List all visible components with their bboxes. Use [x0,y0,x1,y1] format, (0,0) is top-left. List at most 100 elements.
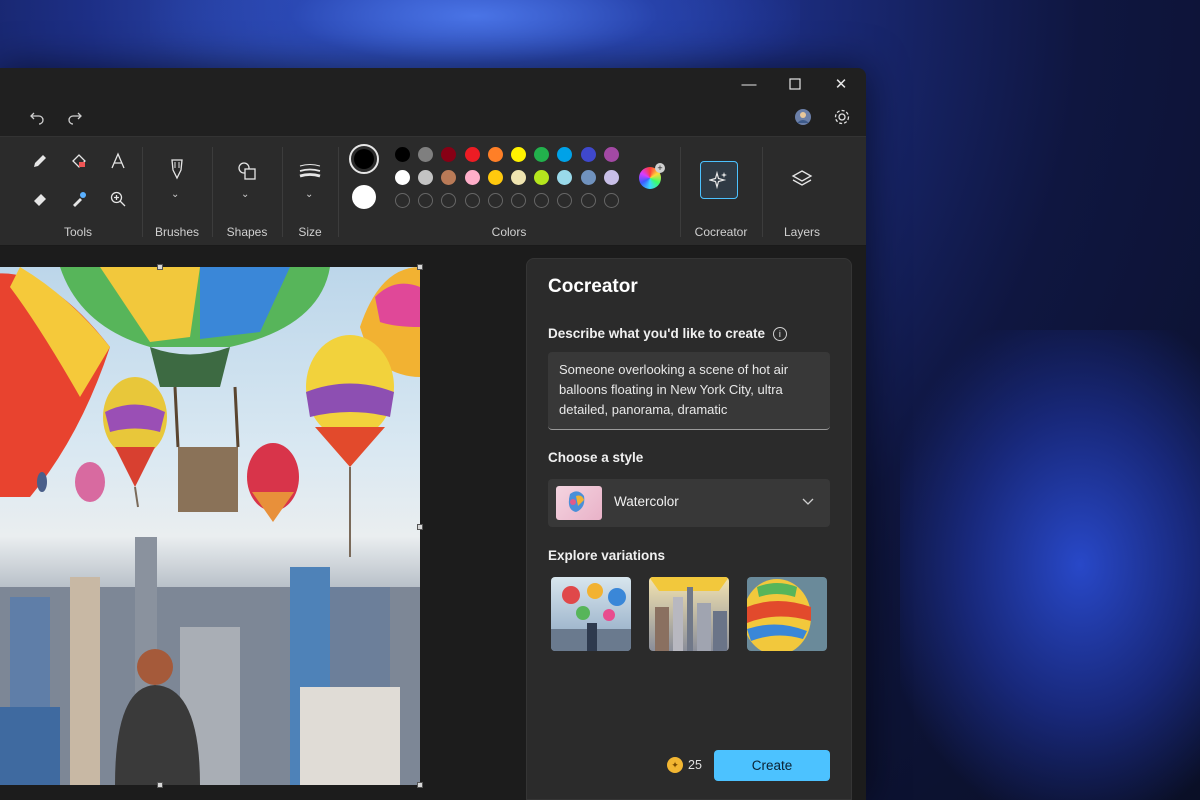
eraser-icon [34,194,46,206]
color-swatch[interactable] [534,170,550,185]
color-swatch[interactable] [441,170,457,185]
avatar-icon [795,109,811,125]
size-group[interactable]: ⌄ Size [284,137,336,247]
minimize-button[interactable]: — [726,70,772,98]
resize-handle[interactable] [157,782,163,788]
color-swatch[interactable] [580,147,596,162]
style-dropdown[interactable]: Watercolor [548,479,830,527]
color-picker-tool[interactable] [65,185,93,213]
text-tool[interactable] [104,147,132,175]
custom-color-slot[interactable] [441,193,457,208]
resize-handle[interactable] [417,524,423,530]
command-bar [0,98,866,136]
custom-color-slot[interactable] [557,193,573,208]
eyedropper-icon [73,192,86,207]
prompt-input[interactable]: Someone overlooking a scene of hot air b… [548,352,830,430]
redo-button[interactable] [60,102,90,132]
variation-thumbnail-2[interactable] [649,577,729,651]
primary-color-selector[interactable] [349,144,379,174]
shapes-tool[interactable] [233,157,261,185]
custom-color-slot[interactable] [603,193,619,208]
shapes-group[interactable]: ⌄ Shapes [216,137,278,247]
style-value: Watercolor [614,494,679,509]
minimize-icon: — [741,75,757,93]
text-icon [111,152,125,169]
credits-count: 25 [688,758,702,772]
layers-button[interactable] [788,165,816,193]
color-swatch[interactable] [487,170,503,185]
color-swatch[interactable] [557,147,573,162]
cocreator-button[interactable] [700,161,738,199]
brushes-group[interactable]: ⌄ Brushes [146,137,208,247]
custom-color-slot[interactable] [418,193,434,208]
brush-tool[interactable] [163,155,191,183]
color-swatch[interactable] [395,170,410,185]
title-bar: — ✕ [0,68,866,98]
size-tool[interactable] [296,157,324,185]
color-swatch[interactable] [464,170,480,185]
custom-color-slot[interactable] [534,193,550,208]
account-button[interactable] [788,102,818,132]
coin-icon: ✦ [667,757,683,773]
custom-color-slot[interactable] [511,193,526,208]
zoom-icon [110,191,126,207]
plus-icon: + [655,163,665,173]
layers-icon [791,170,813,186]
primary-color-swatch [354,149,374,169]
describe-label: Describe what you'd like to create i [548,326,787,341]
tools-label: Tools [63,225,92,239]
close-icon: ✕ [834,76,848,93]
custom-color-slot[interactable] [580,193,596,208]
shapes-label: Shapes [226,225,268,239]
resize-handle[interactable] [157,264,163,270]
paint-window: — ✕ Tools ⌄ Brushes ⌄ Shapes ⌄ Size + Co… [0,68,866,800]
maximize-button[interactable] [772,70,818,98]
color-swatch[interactable] [603,147,619,162]
resize-handle[interactable] [417,782,423,788]
color-swatch[interactable] [418,170,434,185]
color-swatch[interactable] [464,147,480,162]
style-label: Choose a style [548,450,644,465]
fill-tool[interactable] [65,147,93,175]
color-swatch[interactable] [395,147,410,162]
cocreator-group[interactable]: Cocreator [684,137,758,247]
cocreator-panel: Cocreator Describe what you'd like to cr… [526,258,852,800]
pencil-tool[interactable] [26,147,54,175]
color-swatch[interactable] [534,147,550,162]
ribbon-divider [762,147,763,237]
color-swatch[interactable] [603,170,619,185]
chevron-down-icon: ⌄ [305,189,314,200]
custom-color-slot[interactable] [464,193,480,208]
undo-button[interactable] [22,102,52,132]
ribbon-divider [282,147,283,237]
settings-button[interactable] [827,102,857,132]
ribbon-divider [212,147,213,237]
secondary-color-swatch[interactable] [352,185,376,209]
custom-color-slot[interactable] [395,193,410,208]
close-button[interactable]: ✕ [818,70,864,98]
create-button[interactable]: Create [714,750,830,781]
shapes-icon [238,162,256,180]
eraser-tool[interactable] [26,185,54,213]
color-swatch[interactable] [557,170,573,185]
color-swatch[interactable] [487,147,503,162]
custom-color-slot[interactable] [487,193,503,208]
info-icon[interactable]: i [772,327,787,341]
tools-group: Tools [16,137,140,247]
color-swatch[interactable] [580,170,596,185]
variation-thumbnail-1[interactable] [551,577,631,651]
variation-thumbnail-3[interactable] [747,577,827,651]
sparkle-icon [709,170,727,190]
colors-group: + Colors [342,137,676,247]
color-swatch[interactable] [441,147,457,162]
chevron-down-icon: ⌄ [171,189,180,200]
layers-group[interactable]: Layers [766,137,838,247]
color-swatch[interactable] [511,170,526,185]
magnifier-tool[interactable] [104,185,132,213]
color-swatch[interactable] [511,147,526,162]
edit-colors-button[interactable]: + [639,163,665,189]
resize-handle[interactable] [417,264,423,270]
gear-icon [834,109,850,125]
canvas-image[interactable] [0,267,420,785]
color-swatch[interactable] [418,147,434,162]
